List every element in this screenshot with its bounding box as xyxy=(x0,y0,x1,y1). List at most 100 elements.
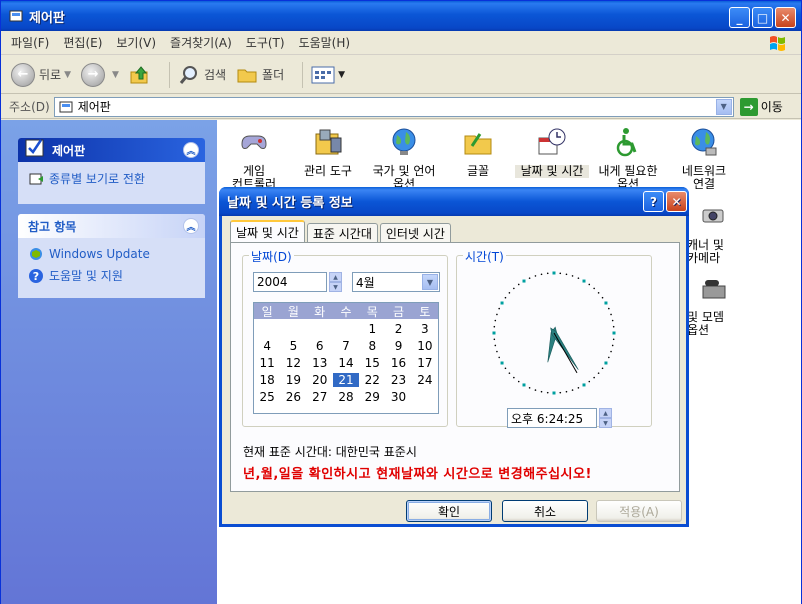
calendar-day[interactable]: 28 xyxy=(333,390,359,404)
calendar-day[interactable]: 6 xyxy=(307,339,333,353)
search-button[interactable]: 검색 xyxy=(178,64,226,86)
game-controllers-item[interactable]: 게임 컨트롤러 xyxy=(217,126,291,191)
address-dropdown-button[interactable]: ▼ xyxy=(715,98,732,115)
accessibility-options-item[interactable]: 내게 필요한 옵션 xyxy=(591,126,665,191)
calendar-day[interactable]: 18 xyxy=(254,373,280,387)
forward-button[interactable]: → ▼ xyxy=(81,62,119,87)
menu-help[interactable]: 도움말(H) xyxy=(299,34,351,51)
calendar-day[interactable]: 16 xyxy=(385,356,411,370)
spin-down-icon[interactable]: ▼ xyxy=(329,282,342,292)
maximize-button[interactable]: □ xyxy=(752,7,773,28)
clock-tick xyxy=(508,372,511,374)
phone-and-modem-item[interactable]: 및 모뎀 옵션 xyxy=(687,272,747,337)
calendar-day[interactable]: 4 xyxy=(254,339,280,353)
calendar-day[interactable]: 7 xyxy=(333,339,359,353)
calendar-day[interactable]: 15 xyxy=(359,356,385,370)
year-spinner[interactable]: ▲ ▼ xyxy=(329,272,342,292)
network-connections-item[interactable]: 네트워크 연결 xyxy=(667,126,741,191)
calendar-day[interactable]: 12 xyxy=(280,356,306,370)
spin-down-icon[interactable]: ▼ xyxy=(599,418,612,428)
menu-favorites[interactable]: 즐겨찾기(A) xyxy=(170,34,232,51)
clock-tick xyxy=(500,361,504,365)
calendar-day[interactable]: 9 xyxy=(385,339,411,353)
menu-bar: 파일(F) 편집(E) 보기(V) 즐겨찾기(A) 도구(T) 도움말(H) xyxy=(1,31,801,55)
time-input[interactable]: 오후 6:24:25 xyxy=(507,408,597,428)
weekday-label: 화 xyxy=(314,305,326,319)
menu-tools[interactable]: 도구(T) xyxy=(246,34,285,51)
control-panel-panel-header[interactable]: 제어판 ︽ xyxy=(18,138,205,162)
address-input[interactable]: 제어판 ▼ xyxy=(53,96,734,117)
weekday-label: 일 xyxy=(261,305,273,319)
calendar-day[interactable]: 5 xyxy=(280,339,306,353)
calendar-day[interactable]: 23 xyxy=(385,373,411,387)
ok-button[interactable]: 확인 xyxy=(406,500,492,522)
month-select[interactable]: 4월 ▼ xyxy=(352,272,440,292)
up-folder-button[interactable] xyxy=(129,64,151,86)
clock-tick xyxy=(610,350,612,353)
minimize-button[interactable]: _ xyxy=(729,7,750,28)
calendar-day[interactable]: 26 xyxy=(280,390,306,404)
switch-to-category-view-link[interactable]: 종류별 보기로 전환 xyxy=(28,170,195,187)
menu-edit[interactable]: 편집(E) xyxy=(63,34,102,51)
clock-tick xyxy=(534,389,537,391)
see-also-panel-header[interactable]: 참고 항목 ︽ xyxy=(18,214,205,238)
back-button[interactable]: ← 뒤로 ▼ xyxy=(11,62,71,87)
time-spinner[interactable]: ▲ ▼ xyxy=(599,408,612,428)
calendar-day[interactable]: 1 xyxy=(359,322,385,336)
calendar-day[interactable]: 24 xyxy=(412,373,438,387)
dialog-title-bar[interactable]: 날짜 및 시간 등록 정보 ? ✕ xyxy=(219,187,689,216)
clock-tick xyxy=(612,338,615,341)
calendar-day[interactable]: 3 xyxy=(412,322,438,336)
calendar-day[interactable]: 27 xyxy=(307,390,333,404)
tab-internet-time[interactable]: 인터넷 시간 xyxy=(379,223,451,242)
calendar-day[interactable]: 13 xyxy=(307,356,333,370)
calendar-day[interactable]: 10 xyxy=(412,339,438,353)
menu-view[interactable]: 보기(V) xyxy=(116,34,156,51)
calendar-day[interactable]: 29 xyxy=(359,390,385,404)
administrative-tools-icon xyxy=(315,129,342,155)
year-input[interactable]: 2004 xyxy=(253,272,327,292)
chevron-down-icon[interactable]: ▼ xyxy=(422,274,438,290)
help-and-support-link[interactable]: ? 도움말 및 지원 xyxy=(28,267,195,284)
calendar-day[interactable]: 19 xyxy=(280,373,306,387)
regional-language-options-item[interactable]: 국가 및 언어 옵션 xyxy=(367,126,441,191)
views-button[interactable]: ▼ xyxy=(311,65,345,85)
windows-update-link[interactable]: Windows Update xyxy=(28,246,195,262)
calendar-day[interactable]: 8 xyxy=(359,339,385,353)
date-and-time-item[interactable]: 날짜 및 시간 xyxy=(515,126,589,178)
toolbar: ← 뒤로 ▼ → ▼ 검색 폴더 ▼ xyxy=(1,56,801,94)
cancel-button[interactable]: 취소 xyxy=(502,500,588,522)
spin-up-icon[interactable]: ▲ xyxy=(599,408,612,418)
go-button[interactable]: → 이동 xyxy=(739,97,783,116)
close-button[interactable]: ✕ xyxy=(775,7,796,28)
administrative-tools-item[interactable]: 관리 도구 xyxy=(291,126,365,178)
calendar-day[interactable]: 11 xyxy=(254,356,280,370)
calendar-day[interactable]: 22 xyxy=(359,373,385,387)
title-bar[interactable]: 제어판 _ □ ✕ xyxy=(1,1,801,31)
calendar-day[interactable]: 21 xyxy=(332,373,360,387)
item-label: 및 모뎀 옵션 xyxy=(687,310,724,337)
menu-file[interactable]: 파일(F) xyxy=(11,34,49,51)
calendar-day[interactable]: 17 xyxy=(412,356,438,370)
collapse-icon[interactable]: ︽ xyxy=(183,142,199,158)
fonts-item[interactable]: 글꼴 xyxy=(441,126,515,178)
apply-button[interactable]: 적용(A) xyxy=(596,500,682,522)
calendar-day[interactable]: 20 xyxy=(307,373,333,387)
folders-button[interactable]: 폴더 xyxy=(236,64,284,86)
clock-tick xyxy=(546,272,549,275)
collapse-icon[interactable]: ︽ xyxy=(183,218,199,234)
link-label: 도움말 및 지원 xyxy=(49,269,123,283)
calendar-day[interactable]: 2 xyxy=(385,322,411,336)
help-button[interactable]: ? xyxy=(643,191,664,212)
clock-tick xyxy=(522,383,526,387)
calendar-day[interactable]: 14 xyxy=(333,356,359,370)
calendar-day[interactable]: 25 xyxy=(254,390,280,404)
dialog-close-button[interactable]: ✕ xyxy=(666,191,687,212)
clock-tick xyxy=(496,313,498,316)
tab-date-time[interactable]: 날짜 및 시간 xyxy=(230,220,305,242)
current-timezone-text: 현재 표준 시간대: 대한민국 표준시 xyxy=(243,445,417,459)
spin-up-icon[interactable]: ▲ xyxy=(329,272,342,282)
scanners-and-cameras-item[interactable]: 캐너 및 카메라 xyxy=(687,200,747,265)
calendar-day[interactable]: 30 xyxy=(385,390,411,404)
tab-time-zone[interactable]: 표준 시간대 xyxy=(306,223,378,242)
